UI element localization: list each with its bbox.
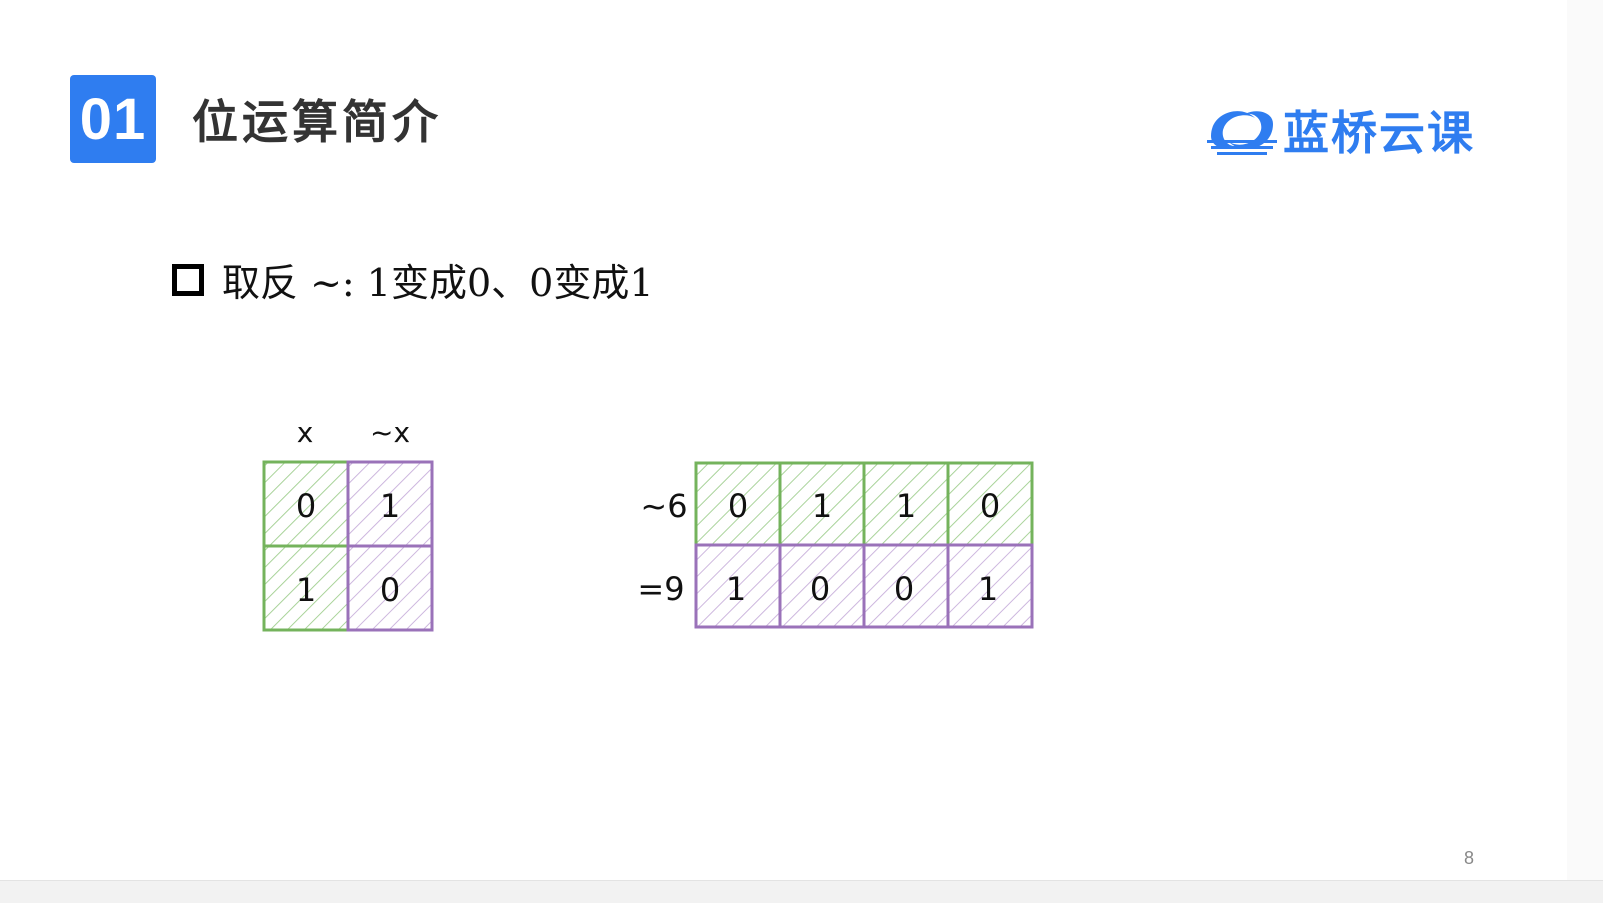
bit-top-1: 1 bbox=[812, 487, 832, 525]
header-x: x bbox=[297, 416, 314, 449]
page-number: 8 bbox=[1464, 848, 1475, 868]
bit-bottom-3: 1 bbox=[978, 570, 998, 608]
example-label-not6: ~6 bbox=[640, 487, 687, 525]
bit-diagram: x ~x 0 1 1 0 ~6 =9 0 1 1 0 1 0 0 1 bbox=[262, 416, 1034, 632]
example-grid: 0 1 1 0 1 0 0 1 bbox=[694, 461, 1034, 629]
example-label-eq9: =9 bbox=[637, 570, 684, 608]
bit-bottom-0: 1 bbox=[726, 570, 746, 608]
header-not-x: ~x bbox=[370, 416, 410, 449]
truth-value-1-0: 1 bbox=[296, 571, 316, 609]
bit-bottom-2: 0 bbox=[894, 570, 914, 608]
truth-value-0-1: 1 bbox=[380, 487, 400, 525]
truth-value-1-1: 0 bbox=[380, 571, 400, 609]
truth-table: 0 1 1 0 bbox=[262, 460, 434, 632]
bit-top-0: 0 bbox=[728, 487, 748, 525]
bit-bottom-1: 0 bbox=[810, 570, 830, 608]
slide: 01 位运算简介 蓝桥云课 取反 ~: 1变成0、0变成1 x ~x 0 1 1… bbox=[0, 0, 1603, 903]
truth-value-0-0: 0 bbox=[296, 487, 316, 525]
bit-top-3: 0 bbox=[980, 487, 1000, 525]
bit-top-2: 1 bbox=[896, 487, 916, 525]
